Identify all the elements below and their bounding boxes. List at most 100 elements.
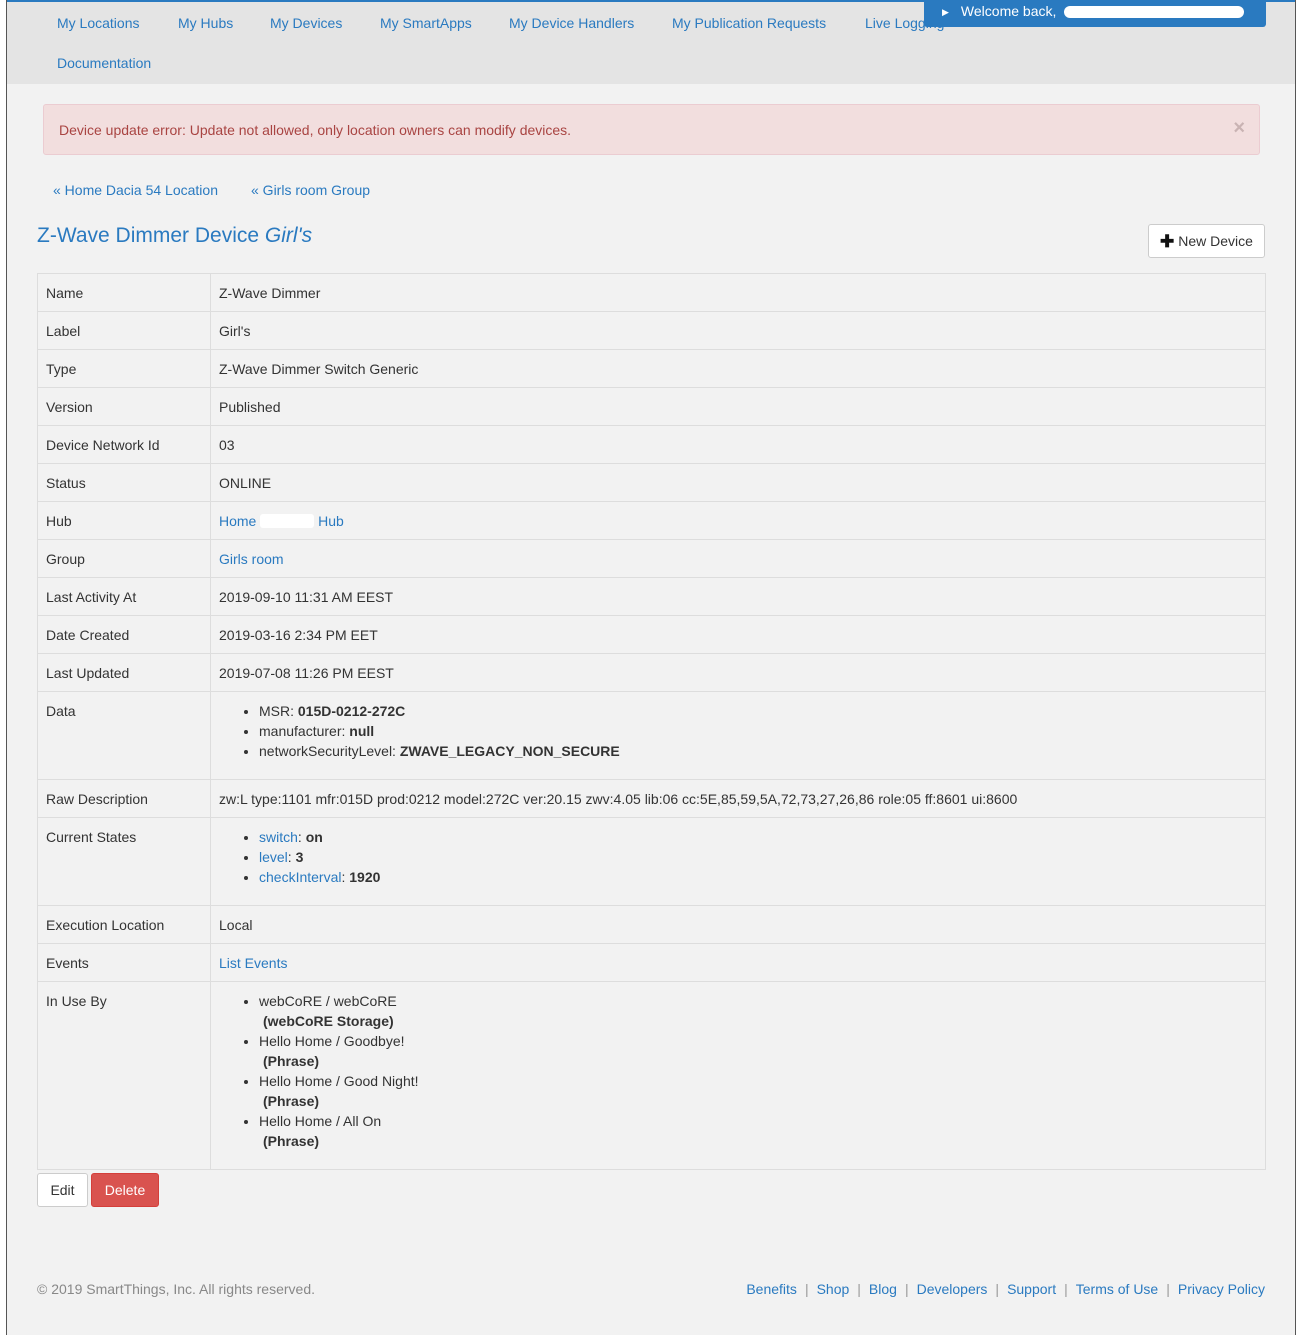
footer-link-shop[interactable]: Shop <box>817 1281 850 1297</box>
hub-link-end: Hub <box>318 513 344 529</box>
state-link-checkinterval[interactable]: checkInterval <box>259 869 341 885</box>
row-value: Girl's <box>210 311 1266 350</box>
error-message: Device update error: Update not allowed,… <box>59 122 572 138</box>
hub-link[interactable]: Home Hub <box>219 513 344 529</box>
list-item: Hello Home / Good Night! <box>259 1071 1257 1091</box>
nav-my-devices[interactable]: My Devices <box>270 15 342 31</box>
new-device-button[interactable]: ✚ New Device <box>1148 224 1265 258</box>
list-events-link[interactable]: List Events <box>219 955 287 971</box>
row-key: Raw Description <box>37 779 211 818</box>
row-key: Current States <box>37 817 211 906</box>
row-key: In Use By <box>37 981 211 1170</box>
group-link[interactable]: Girls room <box>219 551 284 567</box>
row-value: ONLINE <box>210 463 1266 502</box>
redacted-hub-name <box>260 514 315 528</box>
plus-icon: ✚ <box>1160 232 1175 251</box>
list-item: manufacturer: null <box>259 721 1257 741</box>
states-list: switch: on level: 3 checkInterval: 1920 <box>219 827 1257 887</box>
edit-button[interactable]: Edit <box>37 1173 88 1207</box>
row-key: Status <box>37 463 211 502</box>
hub-link-start: Home <box>219 513 257 529</box>
page-frame: My Locations My Hubs My Devices My Smart… <box>6 0 1296 1335</box>
data-name: networkSecurityLevel: <box>259 743 396 759</box>
nav-my-publication-requests[interactable]: My Publication Requests <box>672 15 826 31</box>
footer-link-privacy[interactable]: Privacy Policy <box>1178 1281 1265 1297</box>
row-key: Date Created <box>37 615 211 654</box>
welcome-text: Welcome back, <box>960 3 1057 19</box>
footer-link-support[interactable]: Support <box>1007 1281 1056 1297</box>
footer-link-blog[interactable]: Blog <box>869 1281 897 1297</box>
table-row: Status ONLINE <box>37 463 1266 502</box>
footer-separator: | <box>1166 1281 1170 1297</box>
table-row: Last Activity At 2019-09-10 11:31 AM EES… <box>37 577 1266 616</box>
data-value: ZWAVE_LEGACY_NON_SECURE <box>399 743 620 759</box>
usage-kind: (Phrase) <box>263 1093 320 1109</box>
nav-documentation[interactable]: Documentation <box>57 55 151 71</box>
breadcrumb-group[interactable]: « Girls room Group <box>251 182 370 198</box>
usage-kind: (Phrase) <box>263 1133 320 1149</box>
row-value: Z-Wave Dimmer Switch Generic <box>210 349 1266 388</box>
list-item-kind: (Phrase) <box>259 1051 1257 1071</box>
row-value: Home Hub <box>210 501 1266 540</box>
state-value: on <box>305 829 323 845</box>
table-row: Raw Description zw:L type:1101 mfr:015D … <box>37 779 1266 818</box>
list-item: switch: on <box>259 827 1257 847</box>
state-link-switch[interactable]: switch <box>259 829 298 845</box>
list-item: level: 3 <box>259 847 1257 867</box>
nav-my-hubs[interactable]: My Hubs <box>178 15 233 31</box>
usage-kind: (Phrase) <box>263 1053 320 1069</box>
list-item-kind: (Phrase) <box>259 1091 1257 1111</box>
welcome-dropdown[interactable]: ▶ Welcome back, <box>924 0 1266 27</box>
table-row: Data MSR: 015D-0212-272C manufacturer: n… <box>37 691 1266 780</box>
table-row: Execution Location Local <box>37 905 1266 944</box>
nav-my-smartapps[interactable]: My SmartApps <box>380 15 472 31</box>
close-icon[interactable]: × <box>1233 118 1245 138</box>
footer-copyright: © 2019 SmartThings, Inc. All rights rese… <box>37 1281 315 1297</box>
row-value: Local <box>210 905 1266 944</box>
page-title: Z-Wave Dimmer Device Girl's <box>37 224 312 248</box>
row-value: switch: on level: 3 checkInterval: 1920 <box>210 817 1266 906</box>
state-link-level[interactable]: level <box>259 849 288 865</box>
table-row: In Use By webCoRE / webCoRE (webCoRE Sto… <box>37 981 1266 1170</box>
caret-right-icon: ▶ <box>942 7 949 17</box>
data-value: null <box>349 723 375 739</box>
list-item: Hello Home / Goodbye! <box>259 1031 1257 1051</box>
list-item: webCoRE / webCoRE <box>259 991 1257 1011</box>
list-item-kind: (webCoRE Storage) <box>259 1011 1257 1031</box>
row-key: Data <box>37 691 211 780</box>
row-key: Group <box>37 539 211 578</box>
page-title-prefix: Z-Wave Dimmer Device <box>37 224 260 247</box>
list-item: networkSecurityLevel: ZWAVE_LEGACY_NON_S… <box>259 741 1257 761</box>
data-value: 015D-0212-272C <box>297 703 406 719</box>
table-row: Name Z-Wave Dimmer <box>37 273 1266 312</box>
row-key: Last Updated <box>37 653 211 692</box>
row-key: Label <box>37 311 211 350</box>
redacted-username <box>1064 6 1244 18</box>
row-value: zw:L type:1101 mfr:015D prod:0212 model:… <box>210 779 1266 818</box>
footer-link-developers[interactable]: Developers <box>917 1281 988 1297</box>
nav-my-locations[interactable]: My Locations <box>57 15 139 31</box>
footer-link-terms[interactable]: Terms of Use <box>1076 1281 1158 1297</box>
table-row: Events List Events <box>37 943 1266 982</box>
breadcrumb-location[interactable]: « Home Dacia 54 Location <box>53 182 218 198</box>
row-value: 2019-09-10 11:31 AM EEST <box>210 577 1266 616</box>
row-value: List Events <box>210 943 1266 982</box>
data-name: MSR: <box>259 703 294 719</box>
row-key: Device Network Id <box>37 425 211 464</box>
table-row: Date Created 2019-03-16 2:34 PM EET <box>37 615 1266 654</box>
footer-separator: | <box>1064 1281 1068 1297</box>
footer-links: Benefits | Shop | Blog | Developers | Support | Te… <box>746 1281 1265 1297</box>
table-row: Last Updated 2019-07-08 11:26 PM EEST <box>37 653 1266 692</box>
row-key: Events <box>37 943 211 982</box>
footer-separator: | <box>904 1281 909 1297</box>
footer-link-benefits[interactable]: Benefits <box>746 1281 797 1297</box>
nav-my-device-handlers[interactable]: My Device Handlers <box>509 15 634 31</box>
footer-separator: | <box>804 1281 809 1297</box>
state-value: 3 <box>295 849 304 865</box>
data-list: MSR: 015D-0212-272C manufacturer: null n… <box>219 701 1257 761</box>
footer-separator: | <box>857 1281 861 1297</box>
list-item: MSR: 015D-0212-272C <box>259 701 1257 721</box>
delete-button[interactable]: Delete <box>91 1173 159 1207</box>
row-value: 2019-03-16 2:34 PM EET <box>210 615 1266 654</box>
row-value: Girls room <box>210 539 1266 578</box>
